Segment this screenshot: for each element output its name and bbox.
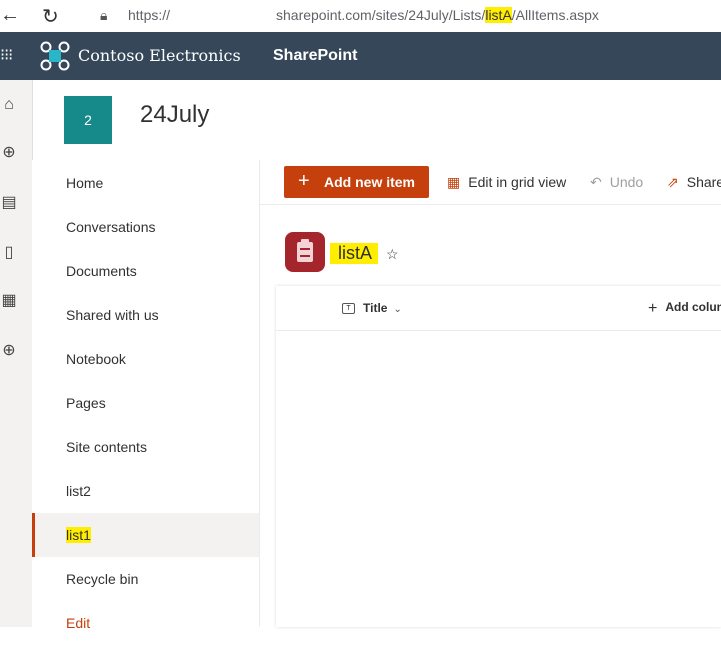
left-nav: Home Conversations Documents Shared with… [32, 160, 260, 631]
command-bar: + Add new item ▦ Edit in grid view ↶ Undo … [260, 160, 721, 205]
grid-header: T Title ⌄ + Add column [276, 286, 721, 331]
url-field[interactable]: 🔒︎ https:// sharepoint.com/sites/24July/… [100, 2, 721, 28]
url-prefix: https:// [128, 7, 171, 23]
edit-grid-view-label: Edit in grid view [468, 174, 567, 190]
plus-icon: + [648, 300, 658, 317]
lists-icon[interactable]: ▦ [0, 292, 18, 310]
site-title[interactable]: 24July [140, 101, 209, 129]
url-domain: sharepoint.com/sites/24July/Lists/ [276, 7, 486, 23]
share-icon: ⇗ [667, 174, 679, 190]
clipboard-icon [297, 239, 313, 262]
nav-item-conversations[interactable]: Conversations [32, 205, 259, 249]
app-bar: ⌂ ⊕ ▤ ▯ ▦ ⊕ [0, 80, 33, 627]
column-header-title[interactable]: T Title ⌄ [342, 301, 402, 315]
list-icon [285, 232, 325, 272]
nav-item-list1[interactable]: list1 [32, 513, 259, 557]
grid-icon: ▦ [447, 174, 461, 190]
share-label: Share [686, 174, 721, 190]
favorite-star-icon[interactable]: ☆ [386, 246, 399, 263]
text-field-icon: T [342, 303, 355, 315]
refresh-icon[interactable]: ↻ [42, 4, 59, 29]
news-icon[interactable]: ▤ [0, 194, 18, 212]
share-button[interactable]: ⇗ Share [667, 174, 721, 191]
nav-item-home[interactable]: Home [32, 161, 259, 205]
edit-grid-view-button[interactable]: ▦ Edit in grid view [447, 174, 566, 191]
nav-item-list2[interactable]: list2 [32, 469, 259, 513]
nav-item-notebook[interactable]: Notebook [32, 337, 259, 381]
url-suffix: /AllItems.aspx [511, 7, 599, 23]
undo-icon: ↶ [590, 174, 602, 190]
back-arrow-icon[interactable]: ← [0, 4, 20, 27]
list-title[interactable]: listA [330, 243, 379, 264]
chevron-down-icon: ⌄ [393, 304, 402, 315]
create-icon[interactable]: ⊕ [0, 342, 18, 360]
waffle-icon[interactable]: ⁝⁝⁝ [0, 45, 16, 67]
nav-item-shared-with-us[interactable]: Shared with us [32, 293, 259, 337]
column-title-label: Title [363, 301, 388, 315]
org-name[interactable]: Contoso Electronics [78, 46, 241, 65]
site-logo[interactable]: 2 [64, 96, 112, 144]
home-icon[interactable]: ⌂ [0, 96, 18, 114]
app-name[interactable]: SharePoint [273, 47, 357, 65]
add-column-button[interactable]: + Add column [648, 300, 721, 318]
add-column-label: Add column [665, 300, 721, 314]
nav-item-documents[interactable]: Documents [32, 249, 259, 293]
contoso-logo-icon[interactable] [40, 41, 70, 71]
plus-icon: + [298, 170, 310, 192]
lock-icon: 🔒︎ [100, 7, 108, 23]
nav-item-list1-label: list1 [66, 527, 91, 543]
suite-bar: ⁝⁝⁝ Contoso Electronics SharePoint [0, 32, 721, 80]
nav-edit-link[interactable]: Edit [32, 601, 259, 645]
undo-label: Undo [609, 174, 644, 190]
file-icon[interactable]: ▯ [0, 244, 18, 262]
url-path: sharepoint.com/sites/24July/Lists/listA/… [276, 2, 599, 28]
add-new-item-label: Add new item [324, 174, 416, 190]
browser-address-bar: ← ↻ 🔒︎ https:// sharepoint.com/sites/24J… [0, 0, 721, 32]
add-new-item-button[interactable]: + Add new item [284, 166, 429, 198]
list-grid: T Title ⌄ + Add column [276, 286, 721, 627]
nav-item-site-contents[interactable]: Site contents [32, 425, 259, 469]
url-highlight: listA [485, 7, 512, 23]
nav-item-recycle-bin[interactable]: Recycle bin [32, 557, 259, 601]
nav-item-pages[interactable]: Pages [32, 381, 259, 425]
globe-icon[interactable]: ⊕ [0, 144, 18, 162]
undo-button[interactable]: ↶ Undo [590, 174, 643, 191]
